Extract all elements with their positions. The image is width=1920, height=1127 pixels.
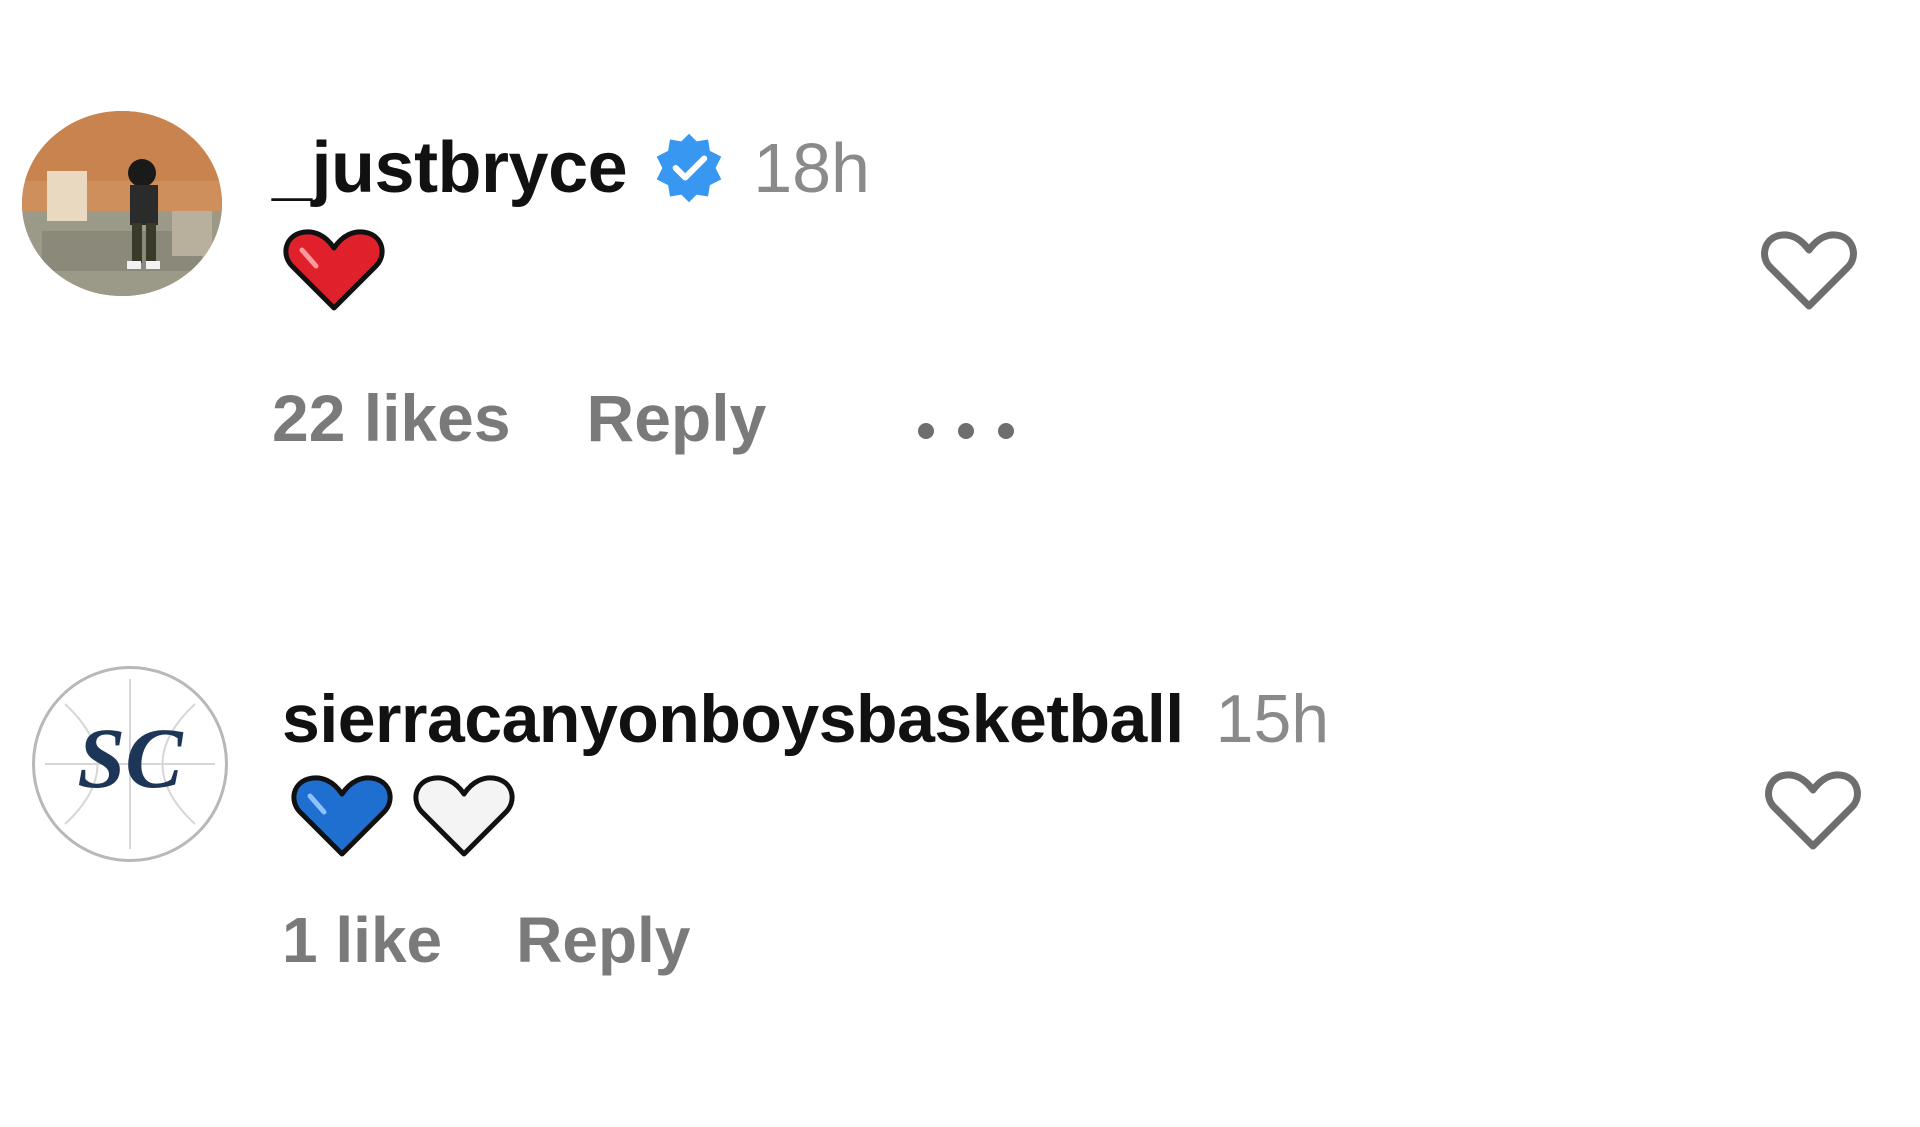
comment-time: 15h bbox=[1215, 681, 1330, 757]
comment-header: _justbryce 18h bbox=[272, 128, 870, 208]
white-heart-icon bbox=[412, 774, 516, 860]
red-heart-icon bbox=[282, 228, 386, 314]
like-heart-icon[interactable] bbox=[1764, 770, 1862, 852]
verified-badge-icon bbox=[651, 130, 727, 206]
comment-actions: 22 likes Reply bbox=[272, 378, 1016, 458]
avatar-logo-text: SC bbox=[77, 710, 184, 806]
like-heart-icon[interactable] bbox=[1760, 230, 1858, 312]
avatar[interactable]: SC bbox=[32, 666, 228, 862]
blue-heart-icon bbox=[290, 774, 394, 860]
likes-count[interactable]: 1 like bbox=[282, 903, 442, 977]
comment-actions: 1 like Reply bbox=[282, 900, 690, 980]
reply-button[interactable]: Reply bbox=[516, 903, 690, 977]
username[interactable]: sierracanyonboysbasketball bbox=[282, 680, 1184, 758]
comment-time: 18h bbox=[753, 129, 870, 207]
comment-text bbox=[282, 228, 386, 314]
username[interactable]: _justbryce bbox=[272, 127, 628, 209]
avatar[interactable] bbox=[22, 111, 222, 296]
comment-item: _justbryce 18h 22 likes Reply bbox=[0, 0, 1920, 520]
comment-text bbox=[290, 774, 516, 860]
photo-avatar-icon bbox=[22, 111, 222, 296]
comment-item: SC sierracanyonboysbasketball 15h 1 like… bbox=[0, 520, 1920, 1040]
comment-header: sierracanyonboysbasketball 15h bbox=[282, 680, 1329, 758]
likes-count[interactable]: 22 likes bbox=[272, 380, 511, 456]
more-options-icon[interactable] bbox=[916, 380, 1016, 456]
reply-button[interactable]: Reply bbox=[587, 380, 767, 456]
comments-panel: _justbryce 18h 22 likes Reply SC sierrac… bbox=[0, 0, 1920, 1127]
sc-logo-avatar-icon: SC bbox=[38, 672, 222, 856]
